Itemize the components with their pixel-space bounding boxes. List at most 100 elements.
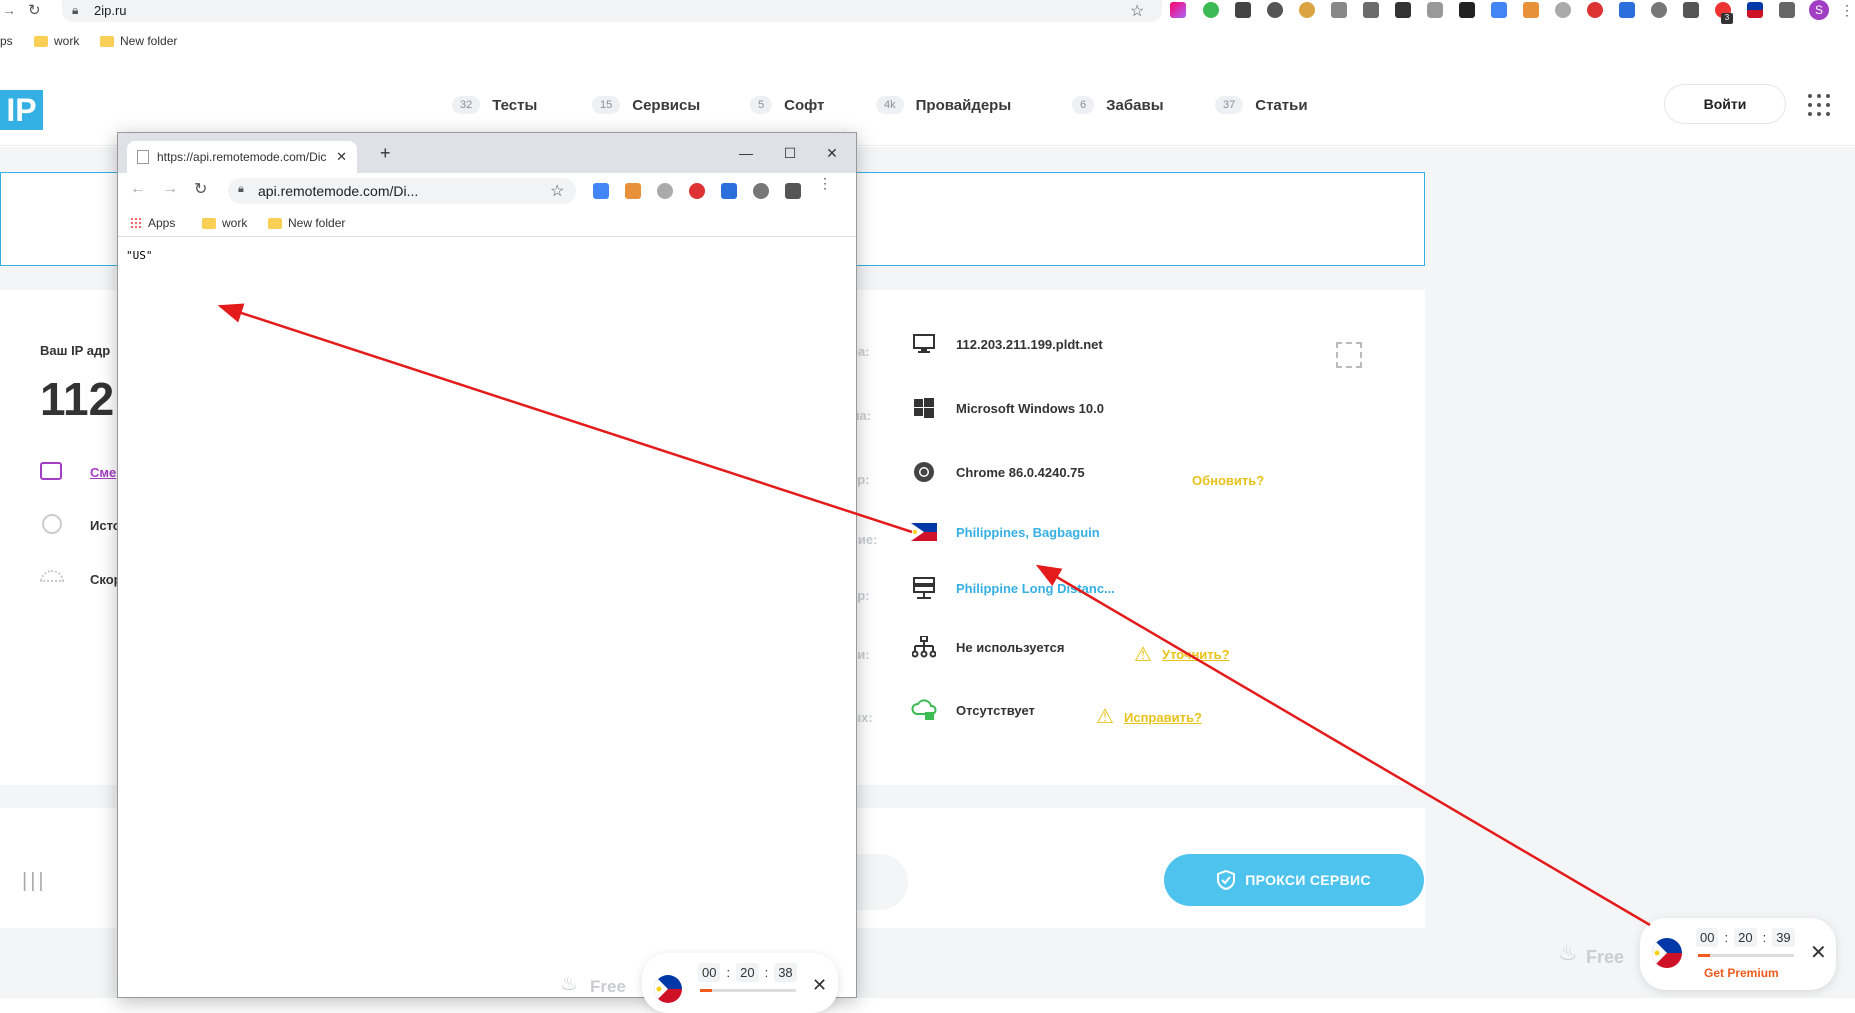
tab-close-icon[interactable]: ✕ bbox=[336, 149, 347, 165]
bookmark-work[interactable]: work bbox=[34, 34, 79, 48]
bookmark-apps[interactable]: ps bbox=[0, 34, 13, 48]
extension-font-icon[interactable] bbox=[1459, 2, 1475, 18]
ip-value: 112. bbox=[40, 373, 127, 425]
minimize-icon[interactable]: — bbox=[734, 141, 758, 165]
menu-kebab-icon[interactable]: ⋮ bbox=[1840, 2, 1854, 19]
response-text: "US" bbox=[126, 249, 153, 262]
popup-browser-window: https://api.remotemode.com/Dic ✕ + — ☐ ✕… bbox=[117, 132, 857, 1013]
change-ip-icon bbox=[40, 462, 62, 480]
extension-brush-icon[interactable] bbox=[1523, 2, 1539, 18]
flame-icon: ♨ bbox=[1558, 940, 1578, 965]
folder-icon bbox=[100, 35, 114, 47]
info-row-proxy: Не используется bbox=[910, 633, 1064, 661]
copy-icon[interactable] bbox=[1336, 342, 1362, 368]
extension-puzzle-icon[interactable] bbox=[1779, 2, 1795, 18]
nav-label: Тесты bbox=[492, 96, 538, 114]
protection-value: Отсутствует bbox=[956, 703, 1035, 718]
bookmark-work[interactable]: work bbox=[202, 216, 247, 230]
extension-lt-icon[interactable] bbox=[1395, 2, 1411, 18]
extension-bike-icon[interactable] bbox=[1555, 2, 1571, 18]
warning-icon: ⚠ bbox=[1134, 644, 1152, 666]
popup-page-content: "US" bbox=[118, 237, 856, 997]
extension-tool-icon[interactable] bbox=[1363, 2, 1379, 18]
bookmark-star-icon[interactable]: ☆ bbox=[550, 181, 564, 201]
bookmark-new-folder[interactable]: New folder bbox=[100, 34, 177, 48]
forward-icon[interactable]: → bbox=[162, 180, 178, 198]
chrome-icon bbox=[910, 458, 938, 486]
vpn-timer: 00: 20: 39 bbox=[1696, 928, 1795, 947]
forward-icon[interactable]: → bbox=[2, 2, 16, 18]
nav-providers[interactable]: 4k Провайдеры bbox=[876, 96, 1011, 114]
clarify-link[interactable]: Уточнить? bbox=[1162, 647, 1230, 662]
popup-tab[interactable]: https://api.remotemode.com/Dic ✕ bbox=[127, 141, 357, 173]
new-tab-icon[interactable]: + bbox=[380, 143, 391, 164]
extension-bike-icon[interactable] bbox=[657, 183, 673, 199]
extension-camera-icon[interactable] bbox=[1427, 2, 1443, 18]
login-button[interactable]: Войти bbox=[1664, 84, 1786, 124]
extension-shield-icon[interactable] bbox=[1203, 2, 1219, 18]
extension-plane-icon[interactable] bbox=[721, 183, 737, 199]
timer-minutes: 20 bbox=[736, 963, 759, 982]
nav-label: Сервисы bbox=[632, 96, 701, 114]
nav-fun[interactable]: 6 Забавы bbox=[1072, 96, 1164, 114]
change-ip-link[interactable]: Сме bbox=[90, 465, 116, 480]
extension-record-icon[interactable] bbox=[785, 183, 801, 199]
bookmark-label: Apps bbox=[148, 216, 176, 230]
extension-leaf-icon[interactable] bbox=[1267, 2, 1283, 18]
info-row-protection: Отсутствует bbox=[910, 696, 1035, 724]
extension-translate-icon[interactable] bbox=[1491, 2, 1507, 18]
reload-icon[interactable]: ↻ bbox=[194, 179, 207, 199]
extension-gradient-icon[interactable] bbox=[1170, 2, 1186, 18]
extension-record-icon[interactable] bbox=[1683, 2, 1699, 18]
speed-icon bbox=[40, 570, 64, 582]
extension-selenium-icon[interactable] bbox=[1235, 2, 1251, 18]
extension-gear-icon[interactable] bbox=[1651, 2, 1667, 18]
site-logo[interactable]: IP bbox=[0, 90, 43, 130]
extension-gear-icon[interactable] bbox=[753, 183, 769, 199]
extension-flag-icon[interactable] bbox=[1747, 2, 1763, 18]
close-icon[interactable]: ✕ bbox=[1810, 940, 1827, 965]
bookmark-apps[interactable]: Apps bbox=[130, 216, 175, 230]
timer-minutes: 20 bbox=[1734, 928, 1757, 947]
extension-cookie-icon[interactable] bbox=[1299, 2, 1315, 18]
vpn-widget: 00: 20: 38 ✕ bbox=[642, 953, 838, 1013]
popup-titlebar: https://api.remotemode.com/Dic ✕ + — ☐ ✕ bbox=[118, 133, 856, 173]
network-icon bbox=[910, 633, 938, 661]
menu-kebab-icon[interactable]: ⋮ bbox=[818, 175, 832, 192]
reload-icon[interactable]: ↻ bbox=[28, 1, 41, 19]
nav-label: Софт bbox=[784, 96, 825, 114]
browser-toolbar: → ↻ 🔒︎ 2ip.ru ☆ 3 S ⋮ bbox=[0, 0, 1855, 26]
maximize-icon[interactable]: ☐ bbox=[778, 141, 802, 165]
browser-value: Chrome 86.0.4240.75 bbox=[956, 465, 1085, 480]
nav-label: Статьи bbox=[1255, 96, 1308, 114]
profile-avatar[interactable]: S bbox=[1809, 0, 1829, 20]
nav-articles[interactable]: 37 Статьи bbox=[1215, 96, 1308, 114]
update-link[interactable]: Обновить? bbox=[1192, 473, 1264, 488]
provider-value[interactable]: Philippine Long Distanc... bbox=[956, 581, 1115, 596]
extension-s-icon[interactable] bbox=[1587, 2, 1603, 18]
extension-s-icon[interactable] bbox=[689, 183, 705, 199]
nav-count: 15 bbox=[592, 96, 621, 114]
bookmark-star-icon[interactable]: ☆ bbox=[1130, 1, 1144, 21]
nav-tests[interactable]: 32 Тесты bbox=[452, 96, 537, 114]
address-bar[interactable]: 🔒︎ bbox=[62, 0, 1162, 22]
location-value[interactable]: Philippines, Bagbaguin bbox=[956, 525, 1100, 540]
get-premium-link[interactable]: Get Premium bbox=[1704, 966, 1779, 980]
apps-grid-icon[interactable] bbox=[1808, 94, 1830, 116]
window-close-icon[interactable]: ✕ bbox=[820, 141, 844, 165]
extension-code-icon[interactable] bbox=[1331, 2, 1347, 18]
extension-badge: 3 bbox=[1721, 13, 1733, 24]
extension-plane-icon[interactable] bbox=[1619, 2, 1635, 18]
timer-hours: 00 bbox=[1696, 928, 1719, 947]
fix-link[interactable]: Исправить? bbox=[1124, 710, 1202, 725]
bookmark-label: work bbox=[222, 216, 248, 230]
nav-soft[interactable]: 5 Софт bbox=[750, 96, 824, 114]
popup-address-bar[interactable]: 🔒︎ api.remotemode.com/Di... ☆ bbox=[228, 178, 576, 204]
nav-services[interactable]: 15 Сервисы bbox=[592, 96, 700, 114]
proxy-service-button[interactable]: ПРОКСИ СЕРВИС bbox=[1164, 854, 1424, 906]
back-icon[interactable]: ← bbox=[130, 180, 146, 198]
extension-translate-icon[interactable] bbox=[593, 183, 609, 199]
bookmark-new-folder[interactable]: New folder bbox=[268, 216, 345, 230]
close-icon[interactable]: ✕ bbox=[812, 975, 827, 996]
extension-brush-icon[interactable] bbox=[625, 183, 641, 199]
